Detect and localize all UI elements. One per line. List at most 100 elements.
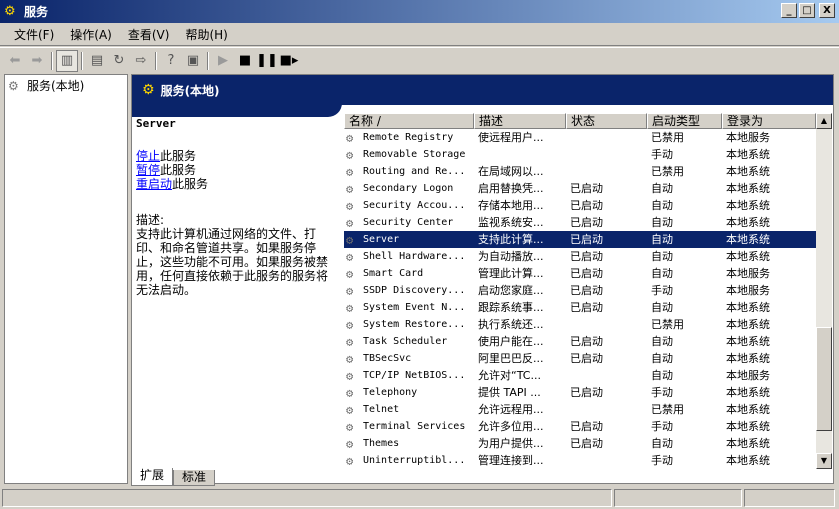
column-header-startup-type[interactable]: 启动类型 [647,113,722,129]
service-description: 监视系统安... [478,216,544,229]
table-row[interactable]: ⚙ Security Center 监视系统安... 已启动 自动 本地系统 [344,214,832,231]
forward-arrow-icon[interactable]: ➡ [26,50,48,72]
properties-icon[interactable]: ▤ [86,50,108,72]
status-section [744,489,835,507]
status-section [614,489,742,507]
table-row[interactable]: ⚙ System Restore... 执行系统还... 已禁用 本地系统 [344,316,832,333]
menu-help[interactable]: 帮助(H) [177,24,235,45]
restart-service-link[interactable]: 重启动 [136,177,172,191]
table-row[interactable]: ⚙ Server 支持此计算... 已启动 自动 本地系统 [344,231,832,248]
service-logon-as: 本地系统 [726,420,770,433]
table-row[interactable]: ⚙ Telephony 提供 TAPI ... 已启动 手动 本地系统 [344,384,832,401]
column-header-status[interactable]: 状态 [566,113,647,129]
tree-node-services-local[interactable]: ⚙ 服务(本地) [5,75,127,96]
service-name-cell: ⚙ Smart Card [344,265,474,282]
column-header-name[interactable]: 名称 / [344,113,474,129]
service-logon-as: 本地系统 [726,148,770,161]
tab-extended[interactable]: 扩展 [131,468,174,486]
menu-view[interactable]: 查看(V) [120,24,178,45]
table-row[interactable]: ⚙ Remote Registry 使远程用户... 已禁用 本地服务 [344,129,832,146]
service-gear-icon: ⚙ [346,130,354,145]
status-bar [0,487,839,509]
help-icon[interactable]: ? [160,50,182,72]
toolbar-separator [81,51,83,70]
table-row[interactable]: ⚙ Removable Storage 手动 本地系统 [344,146,832,163]
service-status: 已启动 [570,301,603,314]
export-list-icon[interactable]: ⇨ [130,50,152,72]
refresh-icon[interactable]: ↻ [108,50,130,72]
minimize-button[interactable]: _ [781,3,797,18]
window-controls: _ □ X [781,3,835,18]
column-header-logon-as[interactable]: 登录为 [722,113,816,129]
service-name: Smart Card [363,268,424,279]
vertical-scrollbar[interactable]: ▲ ▼ [816,113,832,469]
menu-action[interactable]: 操作(A) [62,24,120,45]
service-startup-type: 自动 [651,216,673,229]
stop-icon[interactable]: ■ [234,50,256,72]
service-description: 阿里巴巴反... [478,352,544,365]
service-gear-icon: ⚙ [346,147,354,162]
scroll-up-button[interactable]: ▲ [816,113,832,129]
close-button[interactable]: X [819,3,835,18]
table-row[interactable]: ⚙ SSDP Discovery... 启动您家庭... 已启动 手动 本地服务 [344,282,832,299]
table-row[interactable]: ⚙ Smart Card 管理此计算... 已启动 自动 本地服务 [344,265,832,282]
table-row[interactable]: ⚙ Secondary Logon 启用替换凭... 已启动 自动 本地系统 [344,180,832,197]
service-gear-icon: ⚙ [346,402,354,417]
service-status: 已启动 [570,335,603,348]
table-row[interactable]: ⚙ TBSecSvc 阿里巴巴反... 已启动 自动 本地系统 [344,350,832,367]
title-bar: ⚙ 服务 _ □ X [0,0,839,23]
details-pane: ⚙ 服务(本地) Server 停止此服务 暂停此服务 重启动此服务 描述: 支… [131,74,834,484]
menu-bar: 文件(F) 操作(A) 查看(V) 帮助(H) [0,24,839,46]
service-gear-icon: ⚙ [346,215,354,230]
service-logon-as: 本地服务 [726,131,770,144]
service-name-cell: ⚙ Security Center [344,214,474,231]
start-icon[interactable]: ▶ [212,50,234,72]
service-description: 启动您家庭... [478,284,544,297]
service-status [566,146,647,163]
table-row[interactable]: ⚙ Telnet 允许远程用... 已禁用 本地系统 [344,401,832,418]
service-gear-icon: ⚙ [346,351,354,366]
restart-icon[interactable]: ■▸ [278,50,300,72]
service-gear-icon: ⚙ [346,368,354,383]
service-logon-as: 本地系统 [726,386,770,399]
table-row[interactable]: ⚙ System Event N... 跟踪系统事... 已启动 自动 本地系统 [344,299,832,316]
description-label: 描述: [136,213,165,227]
table-row[interactable]: ⚙ Routing and Re... 在局域网以... 已禁用 本地系统 [344,163,832,180]
service-startup-type: 手动 [651,386,673,399]
service-name: Shell Hardware... [363,251,466,262]
menu-file[interactable]: 文件(F) [6,24,62,45]
table-row[interactable]: ⚙ Uninterruptibl... 管理连接到... 手动 本地系统 [344,452,832,469]
table-row[interactable]: ⚙ Terminal Services 允许多位用... 已启动 手动 本地系统 [344,418,832,435]
service-description: 存储本地用... [478,199,544,212]
pause-service-link[interactable]: 暂停 [136,163,160,177]
pause-icon[interactable]: ❚❚ [256,50,278,72]
table-row[interactable]: ⚙ Shell Hardware... 为自动播放... 已启动 自动 本地系统 [344,248,832,265]
console-tree-icon[interactable]: ▥ [56,49,78,72]
service-name-cell: ⚙ Terminal Services [344,418,474,435]
service-gear-icon: ⚙ [346,232,354,247]
back-arrow-icon[interactable]: ⬅ [4,50,26,72]
table-row[interactable]: ⚙ TCP/IP NetBIOS... 允许对“TC... 自动 本地服务 [344,367,832,384]
service-status: 已启动 [570,352,603,365]
view-icon[interactable]: ▣ [182,50,204,72]
stop-service-link[interactable]: 停止 [136,149,160,163]
scroll-down-button[interactable]: ▼ [816,453,832,469]
column-header-description[interactable]: 描述 [474,113,566,129]
service-name-cell: ⚙ System Restore... [344,316,474,333]
service-startup-type: 已禁用 [651,403,684,416]
service-gear-icon: ⚙ [346,436,354,451]
table-row[interactable]: ⚙ Task Scheduler 使用户能在... 已启动 自动 本地系统 [344,333,832,350]
service-name-cell: ⚙ Telnet [344,401,474,418]
service-startup-type: 已禁用 [651,318,684,331]
scroll-thumb[interactable] [816,327,832,431]
service-name: TBSecSvc [363,353,412,364]
table-row[interactable]: ⚙ Security Accou... 存储本地用... 已启动 自动 本地系统 [344,197,832,214]
maximize-button[interactable]: □ [799,3,815,18]
service-logon-as: 本地系统 [726,454,770,467]
list-header: 名称 / 描述 状态 启动类型 登录为 [344,113,832,129]
tab-standard[interactable]: 标准 [173,470,216,486]
gears-icon: ⚙ [142,82,155,98]
service-status: 已启动 [570,420,603,433]
service-description: 为用户提供... [478,437,544,450]
table-row[interactable]: ⚙ Themes 为用户提供... 已启动 自动 本地系统 [344,435,832,452]
